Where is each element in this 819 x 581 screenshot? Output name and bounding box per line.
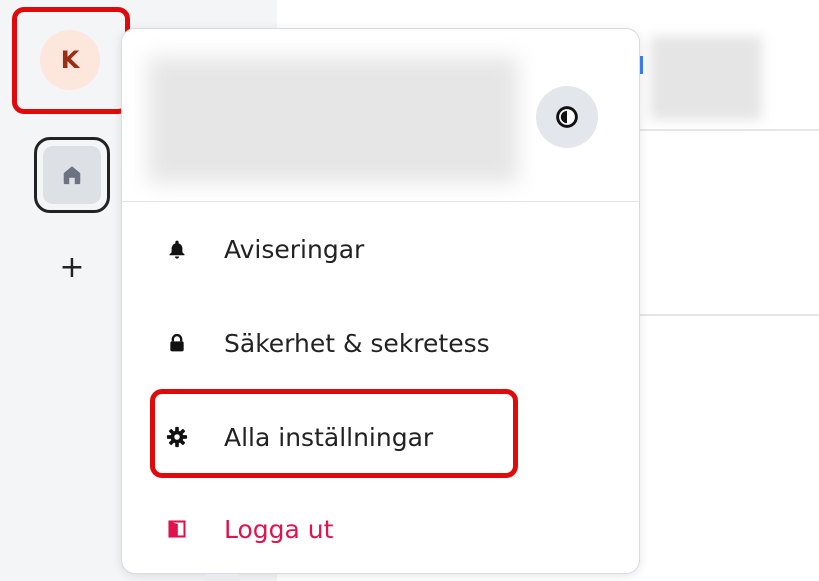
menu-item-label: Aviseringar (224, 234, 365, 264)
lock-icon (166, 332, 188, 354)
logout-icon (166, 518, 188, 540)
menu-divider (122, 201, 639, 202)
gear-icon (166, 426, 188, 448)
content-divider (640, 129, 819, 131)
menu-item-all-settings[interactable]: Alla inställningar (122, 407, 639, 467)
home-button-inner (43, 146, 101, 204)
menu-item-logout[interactable]: Logga ut (122, 499, 639, 559)
content-divider (640, 314, 819, 316)
add-workspace-button[interactable]: + (56, 252, 88, 284)
profile-card-blurred (148, 57, 518, 183)
avatar-initial: K (60, 46, 80, 74)
workspace-sidebar: K + (0, 0, 135, 581)
home-button[interactable] (34, 137, 110, 213)
contrast-icon (556, 106, 578, 128)
bell-icon (166, 238, 188, 260)
home-icon (63, 166, 81, 185)
menu-item-security-privacy[interactable]: Säkerhet & sekretess (122, 313, 639, 373)
user-avatar-button[interactable]: K (40, 30, 100, 90)
sidebar-scroll-handle (205, 574, 239, 581)
menu-item-notifications[interactable]: Aviseringar (122, 219, 639, 279)
account-menu: Aviseringar Säkerhet & sekretess Alla in… (121, 28, 640, 574)
menu-item-label: Logga ut (224, 514, 334, 544)
theme-toggle-button[interactable] (536, 86, 598, 148)
content-accent-mark (640, 56, 643, 74)
blurred-content (650, 36, 762, 120)
plus-icon: + (59, 250, 85, 285)
menu-item-label: Alla inställningar (224, 422, 434, 452)
menu-item-label: Säkerhet & sekretess (224, 328, 490, 358)
